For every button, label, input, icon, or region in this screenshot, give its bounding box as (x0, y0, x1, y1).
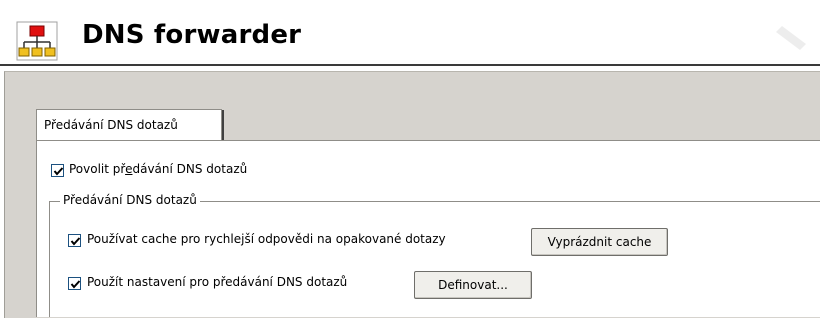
use-forward-settings-checkbox[interactable] (68, 277, 81, 290)
use-cache-label: Používat cache pro rychlejší odpovědi na… (87, 232, 446, 246)
clear-cache-button[interactable]: Vyprázdnit cache (531, 228, 668, 256)
enable-forwarding-checkbox[interactable] (51, 164, 64, 177)
page-header: DNS forwarder (0, 0, 820, 69)
use-cache-checkbox[interactable] (68, 234, 81, 247)
enable-forwarding-label: Povolit předávání DNS dotazů (69, 162, 248, 176)
tab-dns-forwarding[interactable]: Předávání DNS dotazů (36, 109, 224, 142)
check-icon (53, 167, 64, 176)
check-icon (70, 280, 81, 289)
network-tree-icon (16, 21, 58, 61)
forwarding-groupbox (49, 201, 820, 317)
tab-label: Předávání DNS dotazů (44, 118, 178, 132)
define-button[interactable]: Definovat... (414, 271, 532, 299)
watermark-shape (776, 26, 806, 50)
page-title: DNS forwarder (82, 20, 302, 50)
use-forward-settings-label: Použít nastavení pro předávání DNS dotaz… (87, 275, 348, 289)
groupbox-legend: Předávání DNS dotazů (60, 193, 200, 207)
check-icon (70, 237, 81, 246)
header-divider (0, 64, 820, 66)
